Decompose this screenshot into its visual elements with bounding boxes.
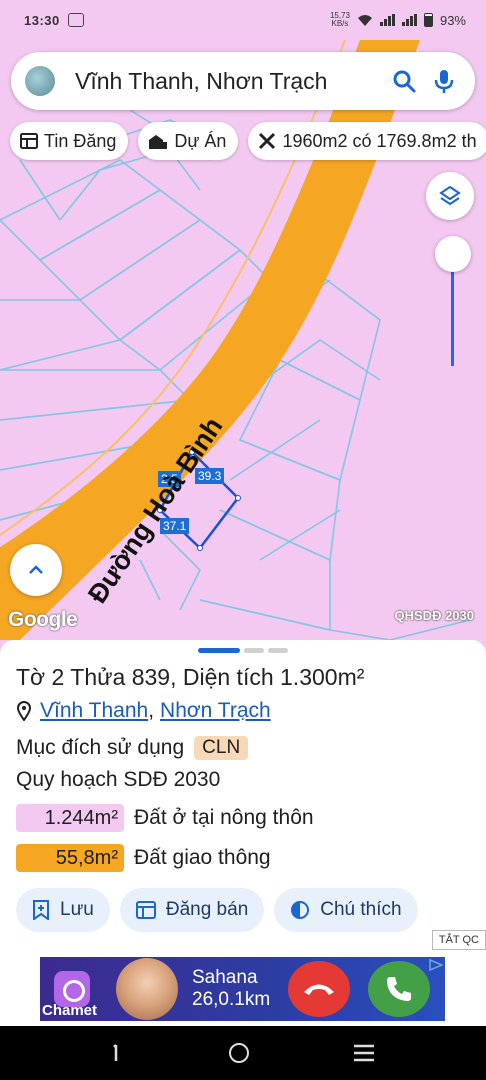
ad-banner[interactable]: Chamet Sahana 26,0.1km [40, 957, 445, 1021]
ward-link[interactable]: Vĩnh Thanh [40, 699, 148, 723]
avatar[interactable] [25, 66, 55, 96]
chip-projects[interactable]: Dự Án [138, 122, 239, 160]
land-use-type: Đất giao thông [134, 846, 271, 869]
network-speed: 15,73 KB/s [330, 12, 350, 28]
home-icon[interactable] [228, 1042, 250, 1064]
parcel-title: Tờ 2 Thửa 839, Diện tích 1.300m² [16, 664, 365, 690]
ruler-icon [259, 132, 276, 150]
opacity-slider-thumb[interactable] [435, 236, 471, 272]
post-sale-label: Đăng bán [165, 899, 249, 920]
land-use-area: 55,8m² [16, 844, 124, 872]
bookmark-add-icon [33, 900, 49, 920]
system-nav-bar [0, 1026, 486, 1080]
ad-distance: 26,0.1km [192, 989, 271, 1010]
parcel-location: Vĩnh Thanh, Nhơn Trạch [16, 699, 271, 723]
ad-caller-info: Sahana 26,0.1km [192, 967, 270, 1011]
decline-call-button[interactable] [288, 961, 350, 1017]
chip-measure[interactable]: 1960m2 có 1769.8m2 th [248, 122, 486, 160]
google-logo: Google [8, 608, 78, 631]
save-button[interactable]: Lưu [16, 888, 110, 932]
back-icon[interactable] [111, 1043, 125, 1063]
layers-button[interactable] [426, 172, 474, 220]
chip-label: Dự Án [174, 130, 227, 151]
ad-photo [116, 958, 178, 1020]
purpose-badge: CLN [194, 736, 249, 760]
signal-icon [379, 14, 395, 26]
plan-label: Quy hoạch SDĐ 2030 [16, 768, 221, 791]
ad-caller-name: Sahana [192, 967, 258, 988]
location-pin-icon [16, 701, 32, 721]
search-input[interactable]: Vĩnh Thanh, Nhơn Trạch [75, 68, 377, 95]
clock: 13:30 [24, 12, 60, 28]
status-bar: 13:30 15,73 KB/s 93% [0, 0, 486, 40]
search-bar[interactable]: Vĩnh Thanh, Nhơn Trạch [11, 52, 475, 110]
phone-hangup-icon [304, 984, 334, 995]
notification-icon [67, 13, 84, 27]
district-link[interactable]: Nhơn Trạch [160, 699, 271, 723]
search-icon[interactable] [391, 68, 417, 94]
opacity-slider-track[interactable] [451, 256, 454, 366]
signal-2-icon [401, 14, 417, 26]
network-speed-unit: KB/s [331, 19, 349, 28]
phone-icon [387, 977, 411, 1001]
chevron-up-icon [29, 565, 43, 574]
chip-label: 1960m2 có 1769.8m2 th [282, 130, 477, 151]
map-layer-tag: QHSDĐ 2030 [394, 608, 474, 623]
land-use-row: 1.244m² Đất ở tại nông thôn [16, 804, 314, 832]
recents-icon[interactable] [353, 1044, 375, 1062]
microphone-icon[interactable] [431, 68, 457, 94]
layers-icon [439, 185, 461, 206]
land-use-row: 55,8m² Đất giao thông [16, 844, 271, 872]
listing-icon [20, 133, 38, 149]
battery-icon [423, 13, 433, 27]
sheet-pager[interactable] [198, 648, 288, 653]
purpose-label: Mục đích sử dụng [16, 736, 185, 759]
turn-off-ads-button[interactable]: TẮT QC [431, 930, 486, 950]
adchoices-icon[interactable] [429, 959, 443, 971]
wifi-icon [357, 14, 372, 26]
battery-level: 93% [439, 12, 466, 28]
legend-button[interactable]: Chú thích [274, 888, 418, 932]
post-sale-button[interactable]: Đăng bán [119, 888, 265, 932]
save-label: Lưu [60, 899, 94, 920]
land-use-area: 1.244m² [16, 804, 124, 832]
filter-chips: Tin Đăng Dự Án 1960m2 có 1769.8m2 th [10, 122, 486, 160]
accept-call-button[interactable] [368, 961, 430, 1017]
building-icon [149, 135, 168, 149]
chip-listings[interactable]: Tin Đăng [10, 122, 129, 160]
contrast-icon [291, 901, 310, 919]
land-use-type: Đất ở tại nông thôn [134, 806, 314, 829]
chip-label: Tin Đăng [44, 130, 117, 151]
land-purpose: Mục đích sử dụng CLN [16, 736, 249, 760]
action-buttons: Lưu Đăng bán Chú thích [16, 888, 418, 932]
expand-sheet-button[interactable] [10, 544, 62, 596]
listing-icon [135, 901, 156, 919]
ad-brand: Chamet [42, 1002, 98, 1019]
legend-label: Chú thích [320, 899, 402, 920]
